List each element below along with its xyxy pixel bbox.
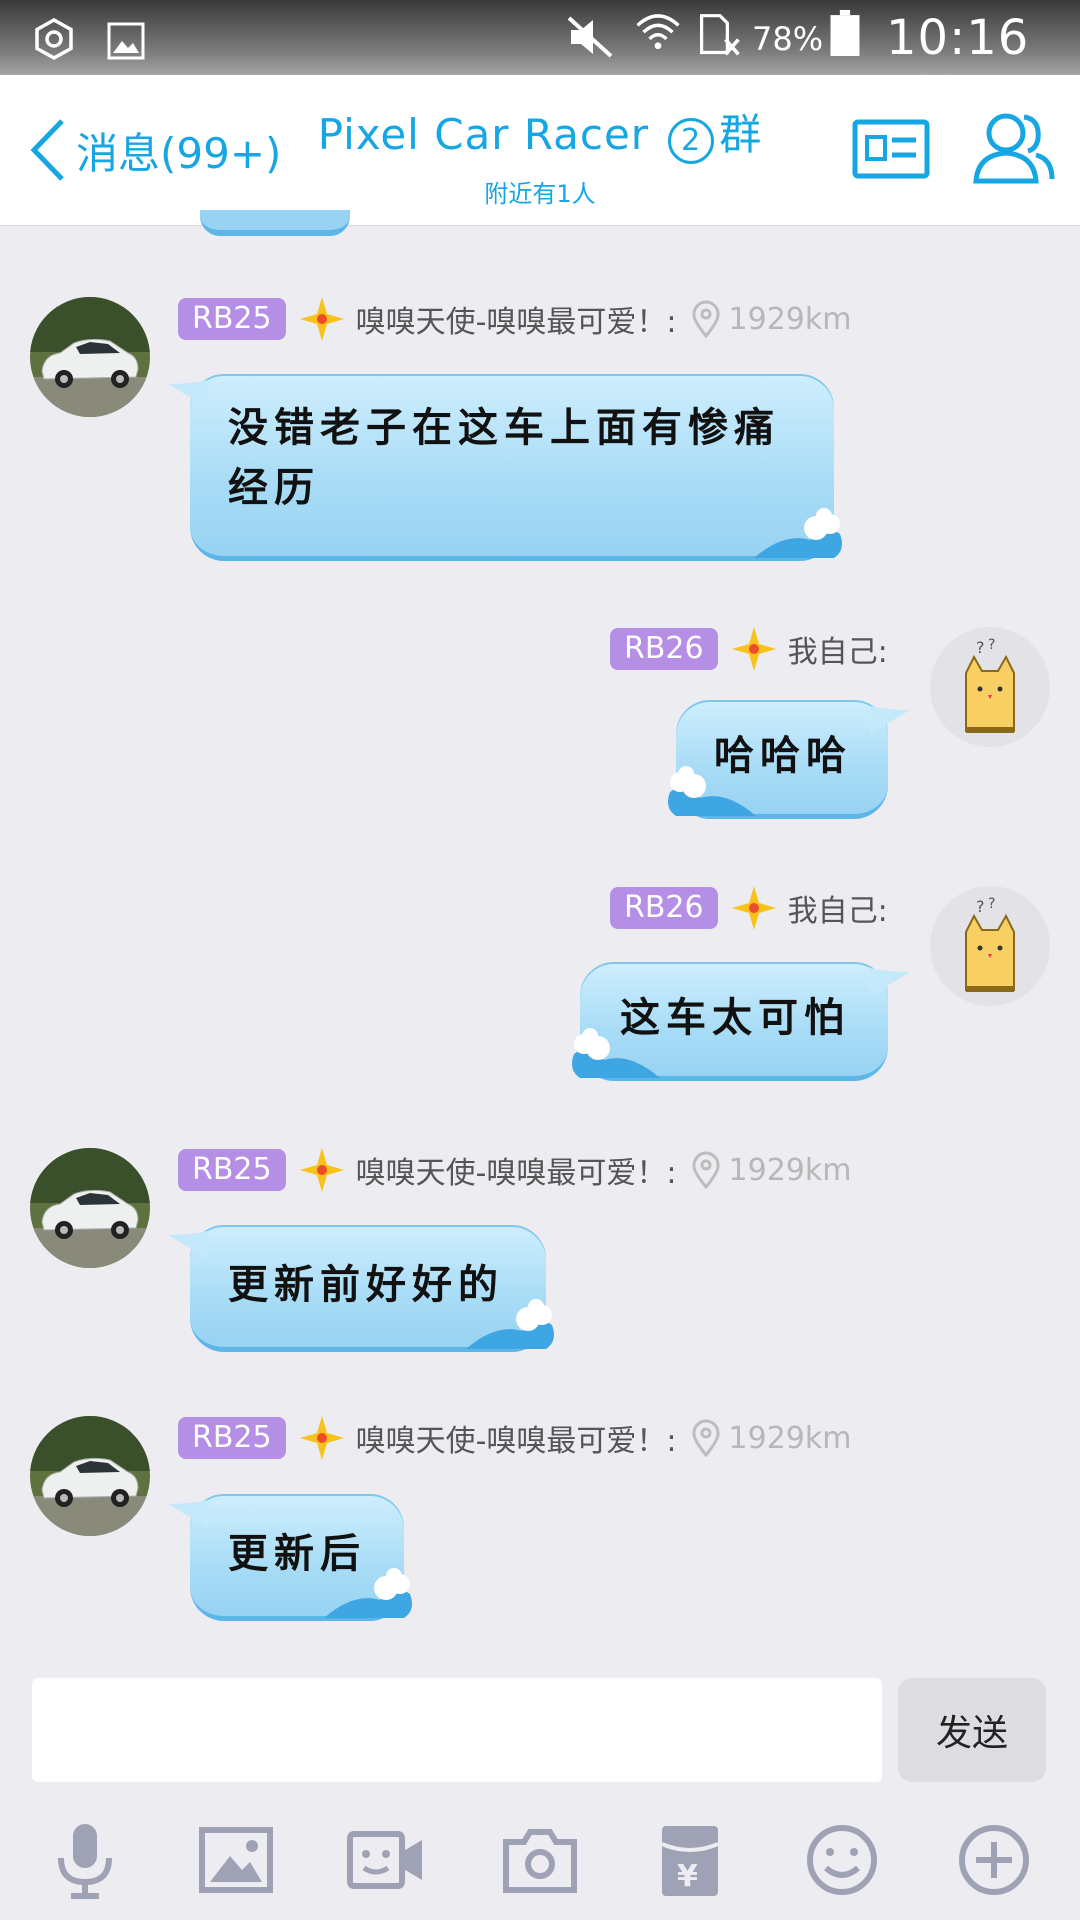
self-avatar[interactable]: ? ? (930, 627, 1050, 747)
message-text: 经历 (228, 464, 320, 511)
bubble-tail (168, 380, 208, 408)
rank-tag: RB25 (178, 1149, 286, 1191)
svg-text:?: ? (988, 896, 995, 912)
profile-card-icon[interactable] (852, 119, 930, 179)
car-avatar-image (30, 1148, 150, 1268)
message-meta: RB25 嗅嗅天使-嗅嗅最可爱！: 1929km (178, 297, 852, 341)
sender-nickname: 嗅嗅天使-嗅嗅最可爱！: (355, 305, 677, 340)
self-avatar[interactable]: ? ? (930, 886, 1050, 1006)
bubble-tail (870, 968, 910, 996)
cat-avatar-image: ? ? (965, 637, 1015, 733)
rank-tag: RB25 (178, 1417, 286, 1459)
mute-icon (567, 16, 613, 58)
sender-nickname: 嗅嗅天使-嗅嗅最可爱！: (355, 1424, 677, 1459)
battery-icon (830, 10, 860, 56)
message-text: 更新前好好的 (228, 1261, 504, 1308)
red-packet-icon[interactable]: ¥ (650, 1820, 730, 1900)
chat-title-block[interactable]: Pixel Car Racer 2 群 附近有1人 (310, 101, 770, 209)
message-bubble[interactable]: 哈哈哈 (668, 700, 910, 819)
send-button[interactable]: 发送 (898, 1678, 1046, 1782)
sender-avatar[interactable] (30, 1416, 150, 1536)
image-icon[interactable] (196, 1820, 276, 1900)
wave-decoration-icon (466, 1299, 554, 1349)
message-meta: RB25 嗅嗅天使-嗅嗅最可爱！: 1929km (178, 1416, 852, 1460)
previous-message-edge (200, 210, 350, 236)
battery-percent: 78% (752, 20, 824, 58)
svg-text:?: ? (988, 637, 995, 653)
rank-tag: RB26 (610, 628, 718, 670)
wave-decoration-icon (324, 1568, 412, 1618)
message-meta: RB26 我自己: (610, 627, 888, 671)
level-star-icon (299, 1416, 344, 1460)
settings-hex-icon (35, 17, 73, 61)
message-meta: RB25 嗅嗅天使-嗅嗅最可爱！: 1929km (178, 1148, 852, 1192)
svg-text:?: ? (976, 897, 985, 916)
plus-icon[interactable] (954, 1820, 1034, 1900)
wifi-icon (636, 14, 680, 50)
gallery-notification-icon (107, 22, 145, 60)
message-bubble[interactable]: 更新前好好的 (168, 1225, 554, 1352)
sender-distance: 1929km (728, 301, 852, 337)
group-suffix: 群 (719, 110, 763, 159)
sender-avatar[interactable] (30, 1148, 150, 1268)
message-bubble[interactable]: 这车太可怕 (572, 962, 910, 1081)
message-meta: RB26 我自己: (610, 886, 888, 930)
group-level-badge: 2 (668, 117, 715, 164)
level-star-icon (299, 297, 344, 341)
emoji-icon[interactable] (802, 1820, 882, 1900)
bubble-tail (168, 1500, 208, 1528)
sender-avatar[interactable] (30, 297, 150, 417)
rank-tag: RB25 (178, 298, 286, 340)
level-star-icon (731, 886, 776, 930)
location-pin-icon (692, 300, 720, 338)
sender-nickname: 嗅嗅天使-嗅嗅最可爱！: (355, 1156, 677, 1191)
wave-decoration-icon (572, 1028, 660, 1078)
car-avatar-image (30, 297, 150, 417)
group-subtitle: 附近有1人 (484, 179, 596, 208)
level-star-icon (731, 627, 776, 671)
level-star-icon (299, 1148, 344, 1192)
group-members-icon[interactable] (972, 109, 1056, 185)
message-input[interactable] (32, 1678, 882, 1782)
chevron-left-icon (30, 119, 64, 181)
video-call-icon[interactable] (346, 1820, 426, 1900)
microphone-icon[interactable] (45, 1820, 125, 1900)
location-pin-icon (692, 1419, 720, 1457)
message-text: 没错老子在这车上面有惨痛 (228, 404, 780, 451)
cat-avatar-image: ? ? (965, 896, 1015, 992)
chat-toolbar: ¥ (0, 1800, 1080, 1920)
sender-distance: 1929km (728, 1152, 852, 1188)
message-bubble[interactable]: 没错老子在这车上面有惨痛 经历 (168, 374, 842, 561)
self-nickname: 我自己: (787, 635, 888, 670)
self-nickname: 我自己: (787, 894, 888, 929)
wave-decoration-icon (668, 766, 756, 816)
location-pin-icon (692, 1151, 720, 1189)
wave-decoration-icon (754, 508, 842, 558)
bubble-tail (870, 706, 910, 734)
back-label: 消息(99+) (76, 128, 282, 178)
no-sim-icon (699, 14, 740, 56)
sender-distance: 1929km (728, 1420, 852, 1456)
chat-header: 消息(99+) Pixel Car Racer 2 群 附近有1人 (0, 75, 1080, 226)
svg-text:?: ? (976, 638, 985, 657)
camera-icon[interactable] (500, 1820, 580, 1900)
bubble-tail (168, 1231, 208, 1259)
status-bar: 78% 10:16 PM (0, 0, 1080, 122)
group-title: Pixel Car Racer (317, 110, 650, 159)
message-bubble[interactable]: 更新后 (168, 1494, 412, 1621)
back-button[interactable]: 消息(99+) (28, 115, 281, 185)
rank-tag: RB26 (610, 887, 718, 929)
car-avatar-image (30, 1416, 150, 1536)
svg-text:¥: ¥ (677, 1859, 698, 1894)
